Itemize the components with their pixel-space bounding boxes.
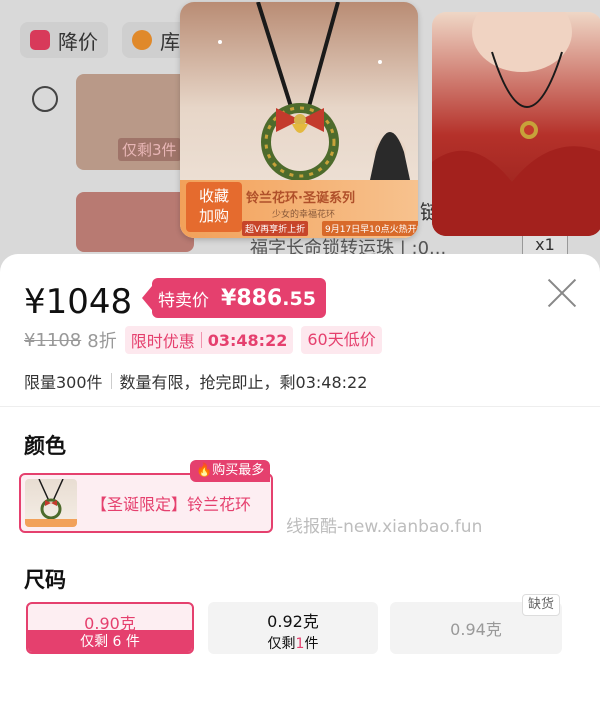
size-option-090[interactable]: 0.90克 仅剩 6 件 [26, 602, 194, 654]
lightning-icon [132, 30, 152, 50]
size-stock: 仅剩 6 件 [28, 630, 192, 652]
color-option-label: 【圣诞限定】铃兰花环 [91, 495, 252, 514]
out-of-stock-badge: 缺货 [522, 594, 561, 616]
size-weight: 0.92克 [267, 612, 319, 631]
special-price-value: ¥886.55 [221, 285, 316, 311]
size-stock: 仅剩1件 [267, 636, 319, 652]
stock-left-badge: 仅剩3件 [118, 138, 181, 161]
badge-divider [200, 332, 202, 348]
original-price: ¥1108 [24, 329, 82, 351]
color-option-thumbnail [25, 479, 77, 527]
special-price-box: 特卖价 ¥886.55 [152, 278, 326, 318]
tag-arrow [142, 286, 152, 310]
size-section-title: 尺码 [24, 568, 66, 592]
countdown-timer: 03:48:22 [207, 330, 288, 350]
cart-item-thumbnail-2[interactable] [76, 192, 194, 252]
series-slogan: 少女的幸福花环 [272, 210, 336, 220]
watermark-text: 线报酷-new.xianbao.fun [286, 517, 483, 537]
low-price-badge: 60天低价 [301, 326, 382, 354]
cart-item-thumbnail[interactable]: 仅剩3件 [76, 74, 194, 170]
filter-chip-price-drop[interactable]: 降价 [20, 22, 108, 58]
stock-info-row: 限量300件 数量有限，抢完即止，剩03:48:22 [24, 369, 367, 393]
special-price-label: 特卖价 [158, 290, 209, 311]
section-divider [0, 406, 600, 407]
vip-discount-tag: 超V再享折上折 [242, 221, 309, 236]
series-title: 铃兰花环·圣诞系列 [246, 191, 355, 206]
discount-rate: 8折 [87, 331, 117, 352]
best-seller-badge: 🔥购买最多 [190, 460, 271, 482]
fire-icon: 🔥 [196, 463, 213, 478]
product-main-image[interactable]: 收藏 加购 铃兰花环·圣诞系列 少女的幸福花环 超V再享折上折 9月17日早10… [180, 2, 418, 238]
stock-divider [110, 373, 112, 389]
limited-offer-label: 限时优惠 [130, 332, 195, 351]
product-model-image[interactable] [432, 12, 600, 236]
limited-offer-badge: 限时优惠 03:48:22 [124, 326, 294, 354]
current-price: ¥1048 [24, 282, 133, 322]
color-section-title: 颜色 [24, 434, 66, 458]
color-option-christmas-wreath[interactable]: 【圣诞限定】铃兰花环 [19, 473, 273, 533]
sku-selection-sheet: ¥1048 特卖价 ¥886.55 ¥1108 8折 限时优惠 03:48:22… [0, 254, 600, 717]
launch-date-tag: 9月17日早10点火热开售 [322, 221, 418, 236]
model-photo-illustration [432, 12, 600, 236]
favorite-add-cart-badge: 收藏 加购 [186, 182, 242, 232]
close-icon[interactable] [544, 274, 580, 310]
price-tag-icon [30, 30, 50, 50]
size-weight: 0.90克 [84, 614, 136, 633]
stock-limit: 限量300件 [24, 373, 103, 392]
select-item-radio[interactable] [32, 86, 58, 112]
stock-note: 数量有限，抢完即止，剩03:48:22 [119, 373, 368, 392]
special-price-tag: 特卖价 ¥886.55 [142, 278, 326, 318]
size-option-092[interactable]: 0.92克 仅剩1件 [208, 602, 378, 654]
price-info-row: ¥1108 8折 限时优惠 03:48:22 60天低价 [24, 326, 382, 354]
